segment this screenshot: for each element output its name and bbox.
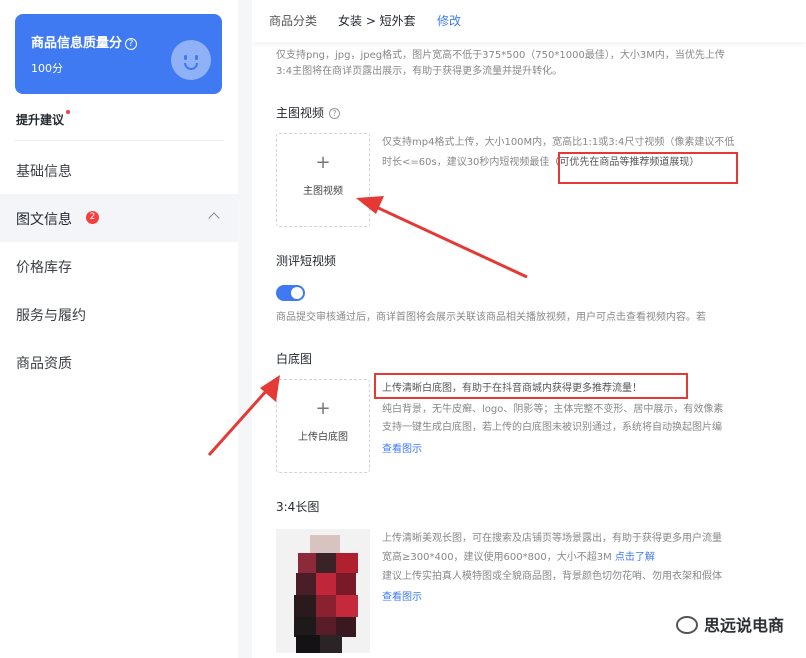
arrow-head-icon [356,196,384,214]
arrow-to-main-video [373,204,528,279]
wechat-icon [675,616,698,634]
annotation-arrows [207,196,528,456]
watermark: 思远说电商 [675,612,784,636]
arrow-head-icon [260,375,280,402]
arrow-to-white-bg [207,388,270,456]
page: 商品信息质量分? 100分 提升建议 基础信息 图文信息 2 价格库存 服务与履… [0,0,806,658]
